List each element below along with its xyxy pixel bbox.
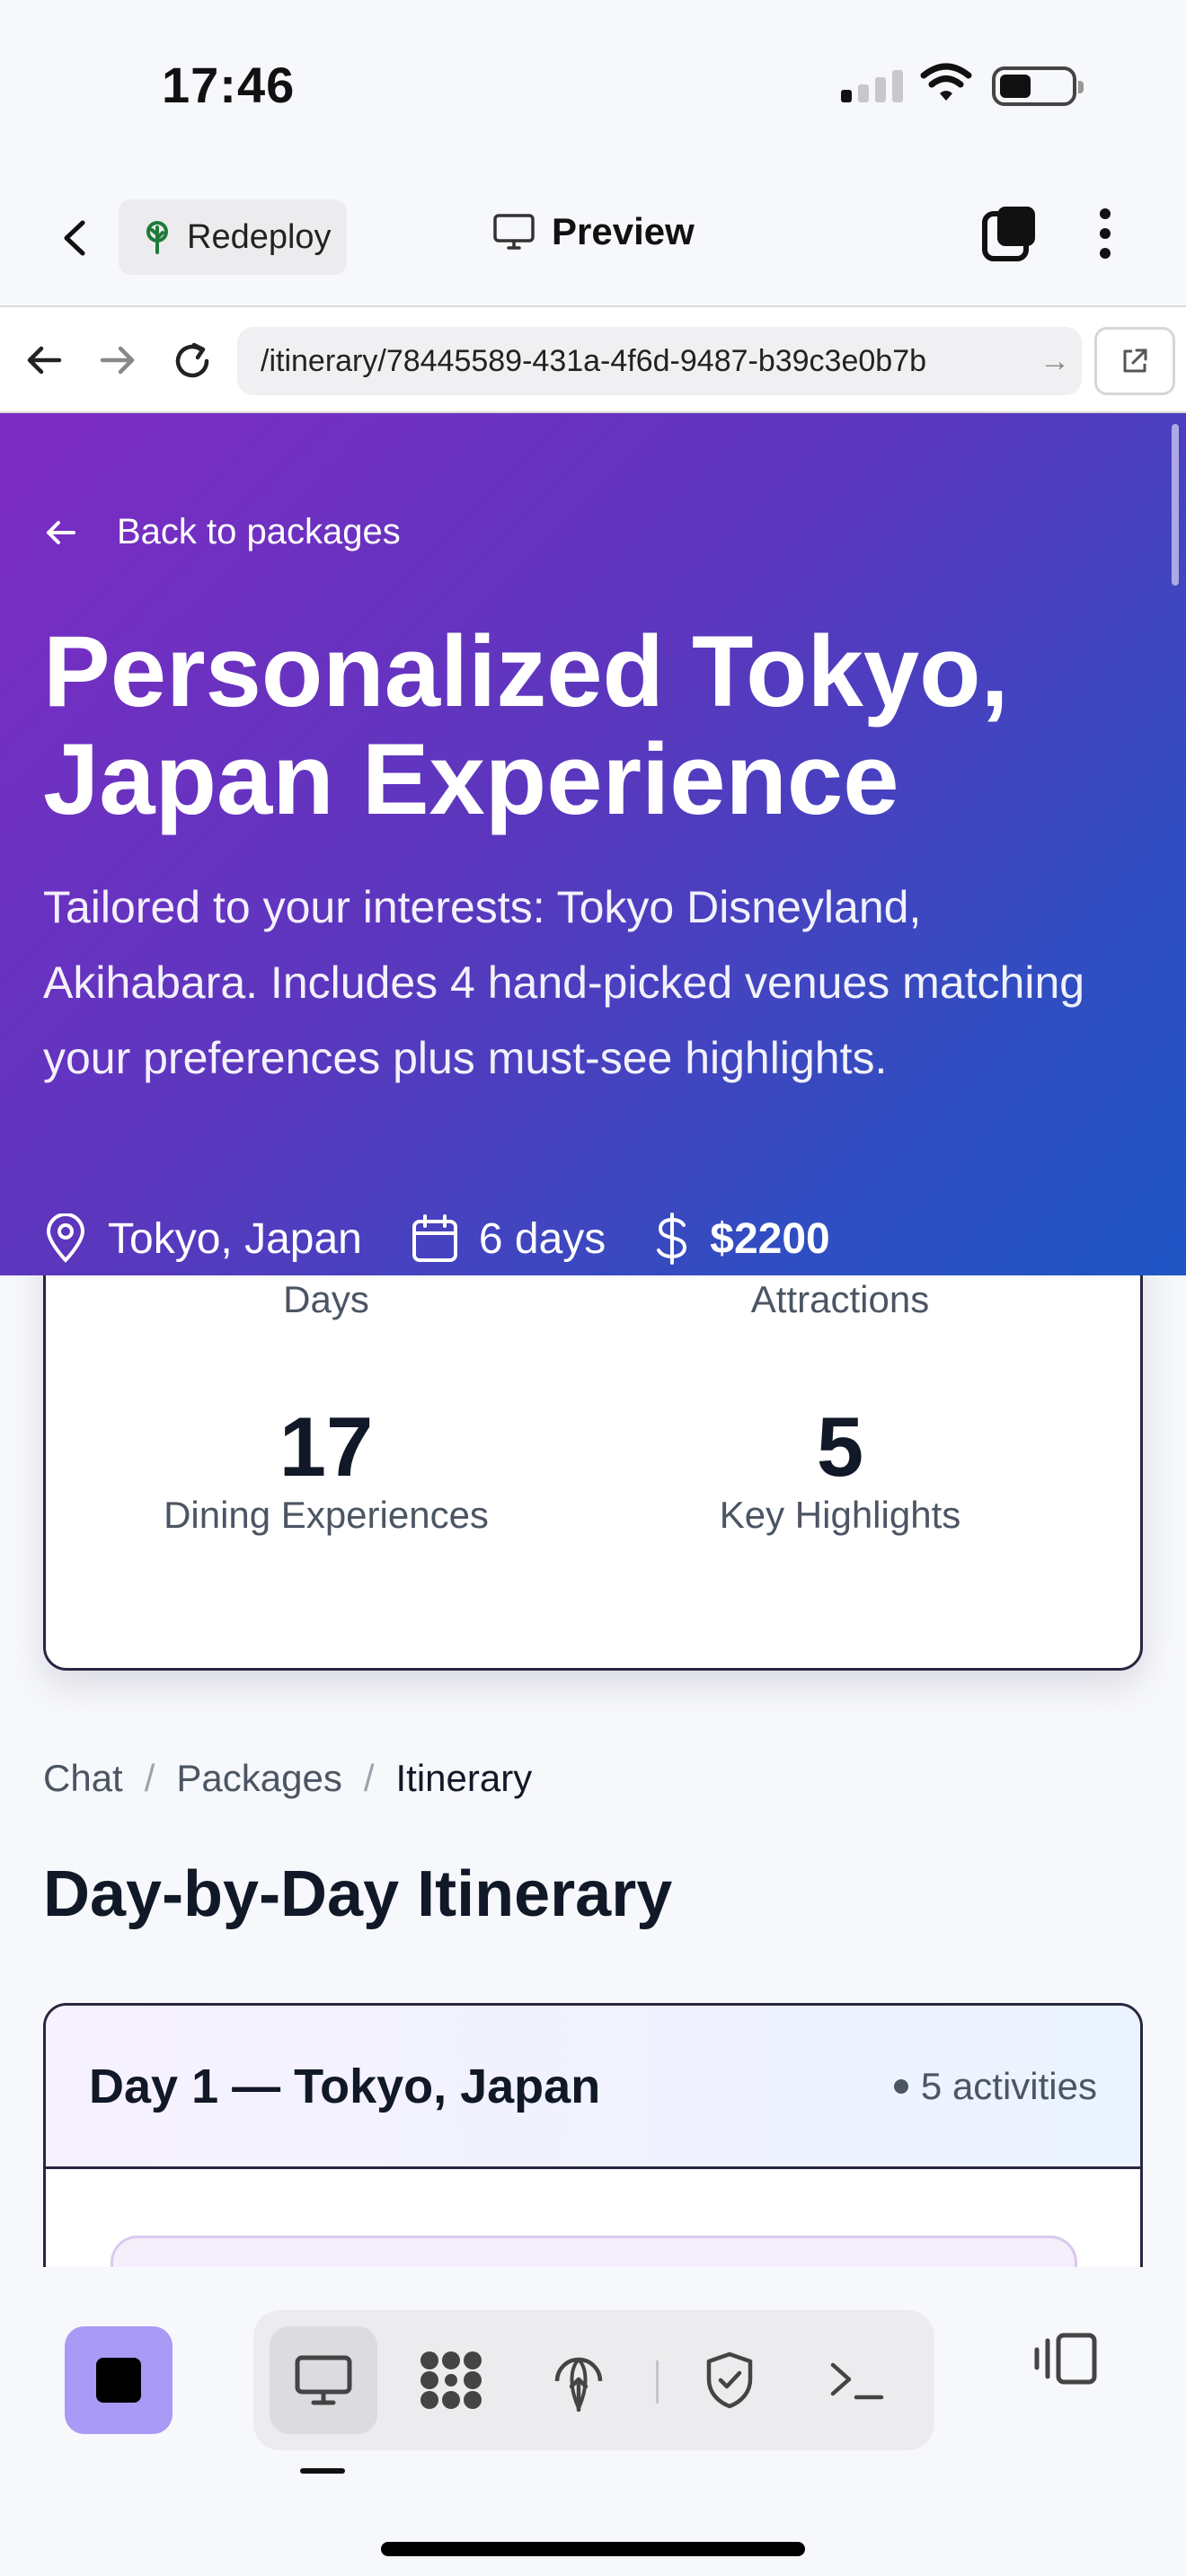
browser-forward-icon[interactable] xyxy=(97,340,138,381)
activity-card[interactable] xyxy=(111,2236,1077,2267)
package-meta: Tokyo, Japan 6 days $2200 xyxy=(43,1213,879,1265)
terminal-tool-button[interactable] xyxy=(803,2326,911,2434)
home-indicator xyxy=(381,2542,805,2556)
page-title: Personalized Tokyo, Japan Experience xyxy=(43,615,1009,835)
redeploy-button[interactable]: Redeploy xyxy=(119,199,347,275)
preview-title: Preview xyxy=(492,210,695,253)
meta-duration-text: 6 days xyxy=(478,1214,606,1263)
grid-cluster-icon xyxy=(420,2351,482,2409)
section-title: Day-by-Day Itinerary xyxy=(43,1858,673,1930)
url-go-icon[interactable]: → xyxy=(1028,344,1082,379)
calendar-icon xyxy=(412,1214,457,1262)
activity-count-text: 5 activities xyxy=(920,2064,1097,2107)
back-to-packages-link[interactable]: Back to packages xyxy=(43,512,401,552)
stop-icon xyxy=(96,2358,141,2403)
tool-group xyxy=(253,2310,934,2450)
scrollbar-thumb[interactable] xyxy=(1172,424,1179,586)
breadcrumb: Chat / Packages / Itinerary xyxy=(43,1757,532,1800)
battery-icon xyxy=(992,66,1084,106)
meta-price: $2200 xyxy=(654,1213,830,1265)
workflows-tool-button[interactable] xyxy=(397,2326,505,2434)
day-card-header[interactable]: Day 1 — Tokyo, Japan 5 activities xyxy=(46,2006,1140,2169)
url-field[interactable]: /itinerary/78445589-431a-4f6d-9487-b39c3… xyxy=(237,327,1082,395)
hero-banner: Back to packages Personalized Tokyo, Jap… xyxy=(0,413,1186,1275)
browser-back-icon[interactable] xyxy=(23,340,65,381)
stat-value: 5 xyxy=(816,1399,864,1494)
stat-highlights: 5 Key Highlights xyxy=(589,1402,1092,1537)
breadcrumb-chat[interactable]: Chat xyxy=(43,1757,123,1800)
app-header: Redeploy Preview xyxy=(0,171,1186,305)
stat-dining: 17 Dining Experiences xyxy=(75,1402,578,1537)
breadcrumb-separator: / xyxy=(144,1757,155,1799)
status-bar: 17:46 xyxy=(0,0,1186,171)
redeploy-label: Redeploy xyxy=(187,217,332,256)
more-vertical-icon[interactable] xyxy=(1096,207,1114,260)
bottom-toolbar xyxy=(0,2267,1186,2576)
monitor-icon xyxy=(493,214,535,250)
dollar-icon xyxy=(657,1213,687,1265)
active-tab-indicator xyxy=(300,2468,345,2474)
preview-label: Preview xyxy=(552,210,695,252)
tabs-icon[interactable] xyxy=(981,205,1039,262)
panel-toggle-icon[interactable] xyxy=(1031,2330,1100,2387)
terminal-icon xyxy=(830,2362,884,2400)
globe-upload-icon xyxy=(554,2357,603,2412)
stat-label: Days xyxy=(283,1278,369,1320)
breadcrumb-itinerary: Itinerary xyxy=(395,1757,533,1799)
browser-bar: /itinerary/78445589-431a-4f6d-9487-b39c3… xyxy=(0,305,1186,413)
web-viewport: Back to packages Personalized Tokyo, Jap… xyxy=(0,413,1186,2267)
package-description: Tailored to your interests: Tokyo Disney… xyxy=(43,882,1085,1083)
breadcrumb-separator: / xyxy=(363,1757,375,1799)
wifi-icon xyxy=(920,63,972,101)
arrow-left-icon xyxy=(47,520,75,544)
dot-icon xyxy=(893,2078,908,2094)
meta-location: Tokyo, Japan xyxy=(43,1213,362,1264)
stat-label: Dining Experiences xyxy=(164,1494,489,1536)
breadcrumb-packages[interactable]: Packages xyxy=(176,1757,341,1800)
cellular-signal-icon xyxy=(841,70,903,102)
day-card[interactable]: Day 1 — Tokyo, Japan 5 activities xyxy=(43,2003,1143,2267)
back-link-label: Back to packages xyxy=(117,512,401,551)
day-title: Day 1 — Tokyo, Japan xyxy=(89,2059,601,2113)
url-text: /itinerary/78445589-431a-4f6d-9487-b39c3… xyxy=(261,343,927,378)
meta-price-text: $2200 xyxy=(710,1214,830,1263)
security-tool-button[interactable] xyxy=(676,2326,783,2434)
stat-value: 17 xyxy=(279,1399,374,1494)
stop-button[interactable] xyxy=(65,2326,173,2434)
map-pin-icon xyxy=(46,1213,85,1263)
toolbar-divider xyxy=(656,2360,659,2404)
external-link-icon xyxy=(1123,348,1147,373)
stat-label: Key Highlights xyxy=(719,1494,961,1536)
status-time: 17:46 xyxy=(162,57,296,113)
reload-icon[interactable] xyxy=(171,340,214,383)
stat-label: Attractions xyxy=(750,1278,930,1320)
shield-check-icon xyxy=(706,2351,753,2409)
preview-tool-button[interactable] xyxy=(270,2326,377,2434)
tree-icon xyxy=(146,221,168,254)
meta-location-text: Tokyo, Japan xyxy=(108,1214,362,1263)
deploy-tool-button[interactable] xyxy=(525,2326,633,2434)
back-chevron-icon[interactable] xyxy=(54,216,99,260)
activity-count: 5 activities xyxy=(893,2064,1097,2108)
meta-duration: 6 days xyxy=(411,1213,606,1264)
open-external-button[interactable] xyxy=(1094,327,1175,395)
monitor-icon xyxy=(295,2355,352,2405)
